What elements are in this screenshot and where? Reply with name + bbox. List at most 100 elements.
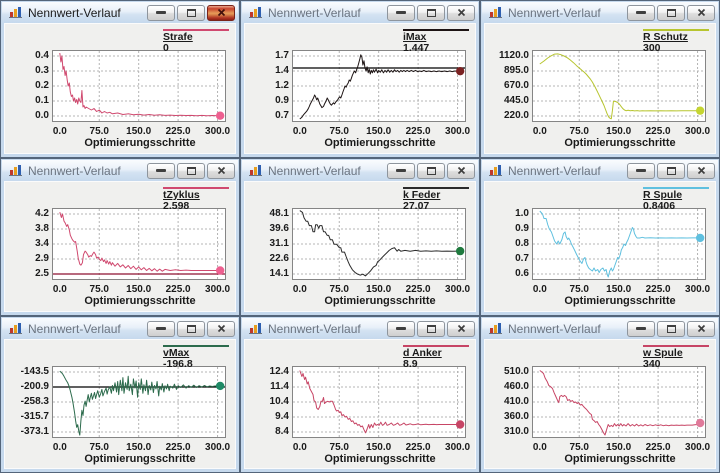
maximize-button[interactable] [657,5,685,21]
minimize-button[interactable] [147,163,175,179]
window-title: Nennwert-Verlauf [508,6,627,20]
legend-series-value: 0 [163,42,169,54]
series-end-marker [696,106,704,114]
plot-area [292,208,466,280]
window-controls [387,321,475,337]
y-tick-label: -315.7 [5,411,49,423]
y-tick-label: 510.0 [485,366,529,378]
y-tick-label: 10.4 [245,396,289,408]
plot-area [52,208,226,280]
y-tick-label: -143.5 [5,366,49,378]
legend-series-value: -196.8 [163,358,193,370]
close-icon [697,8,706,17]
maximize-button[interactable] [177,5,205,21]
y-tick-label: 0.9 [245,95,289,107]
window-titlebar[interactable]: Nennwert-Verlauf [2,2,238,23]
window-title: Nennwert-Verlauf [28,322,147,336]
series-end-marker [456,420,464,428]
minimize-icon [636,169,646,172]
maximize-button[interactable] [657,163,685,179]
chart-app-icon [488,322,503,335]
legend-series-value: 340 [643,358,661,370]
maximize-icon [187,325,196,333]
close-icon [217,166,226,175]
close-button[interactable] [207,5,235,21]
minimize-button[interactable] [387,5,415,21]
series-end-marker [456,67,464,75]
window-titlebar[interactable]: Nennwert-Verlauf [482,318,718,339]
maximize-button[interactable] [177,163,205,179]
window-titlebar[interactable]: Nennwert-Verlauf [2,160,238,181]
chart-app-icon [8,6,23,19]
minimize-button[interactable] [147,321,175,337]
close-button[interactable] [687,5,715,21]
y-tick-label: 9.4 [245,411,289,423]
y-tick-label: 0.6 [485,268,529,280]
series-line [540,371,700,436]
maximize-icon [187,167,196,175]
plot-area [292,50,466,122]
y-tick-label: 0.2 [5,80,49,92]
maximize-icon [427,325,436,333]
window-titlebar[interactable]: Nennwert-Verlauf [2,318,238,339]
window-titlebar[interactable]: Nennwert-Verlauf [482,160,718,181]
chart-area: 0.60.70.80.91.00.075.0150.0225.0300.0Opt… [484,181,716,312]
maximize-button[interactable] [417,163,445,179]
minimize-icon [396,327,406,330]
close-button[interactable] [687,163,715,179]
chart-app-icon [488,6,503,19]
close-icon [457,8,466,17]
plot-area [292,366,466,438]
close-icon [457,166,466,175]
minimize-button[interactable] [627,163,655,179]
close-button[interactable] [207,321,235,337]
chart-area: 2.52.93.43.84.20.075.0150.0225.0300.0Opt… [4,181,236,312]
close-button[interactable] [447,163,475,179]
close-icon [697,166,706,175]
close-button[interactable] [207,163,235,179]
series-line [300,371,460,433]
maximize-button[interactable] [417,5,445,21]
window-controls [387,163,475,179]
x-axis-title: Optimierungsschritte [52,137,228,149]
maximize-icon [667,167,676,175]
window-title: Nennwert-Verlauf [268,164,387,178]
chart-app-icon [488,164,503,177]
window-controls [147,321,235,337]
minimize-icon [156,327,166,330]
window-title: Nennwert-Verlauf [508,164,627,178]
y-tick-label: 39.6 [245,223,289,235]
y-tick-label: 445.0 [485,95,529,107]
maximize-button[interactable] [657,321,685,337]
plot-area [52,50,226,122]
chart-window: Nennwert-Verlauf 0.70.91.21.41.70.075.01… [240,0,480,158]
y-tick-label: -258.3 [5,396,49,408]
y-tick-label: 220.0 [485,110,529,122]
minimize-button[interactable] [627,5,655,21]
legend-series-value: 27.07 [403,200,429,212]
maximize-button[interactable] [417,321,445,337]
close-icon [217,8,226,17]
y-tick-label: 3.4 [5,238,49,250]
x-axis-title: Optimierungsschritte [292,295,468,307]
window-titlebar[interactable]: Nennwert-Verlauf [242,2,478,23]
close-button[interactable] [447,5,475,21]
window-titlebar[interactable]: Nennwert-Verlauf [482,2,718,23]
close-button[interactable] [687,321,715,337]
y-tick-label: 1.7 [245,50,289,62]
minimize-button[interactable] [387,321,415,337]
maximize-button[interactable] [177,321,205,337]
close-icon [217,324,226,333]
maximize-icon [427,167,436,175]
window-titlebar[interactable]: Nennwert-Verlauf [242,160,478,181]
chart-window: Nennwert-Verlauf 220.0445.0670.0895.0112… [480,0,720,158]
minimize-icon [156,11,166,14]
y-tick-label: 310.0 [485,426,529,438]
close-button[interactable] [447,321,475,337]
window-titlebar[interactable]: Nennwert-Verlauf [242,318,478,339]
minimize-button[interactable] [627,321,655,337]
minimize-button[interactable] [387,163,415,179]
minimize-button[interactable] [147,5,175,21]
chart-app-icon [248,322,263,335]
y-tick-label: 0.0 [5,110,49,122]
